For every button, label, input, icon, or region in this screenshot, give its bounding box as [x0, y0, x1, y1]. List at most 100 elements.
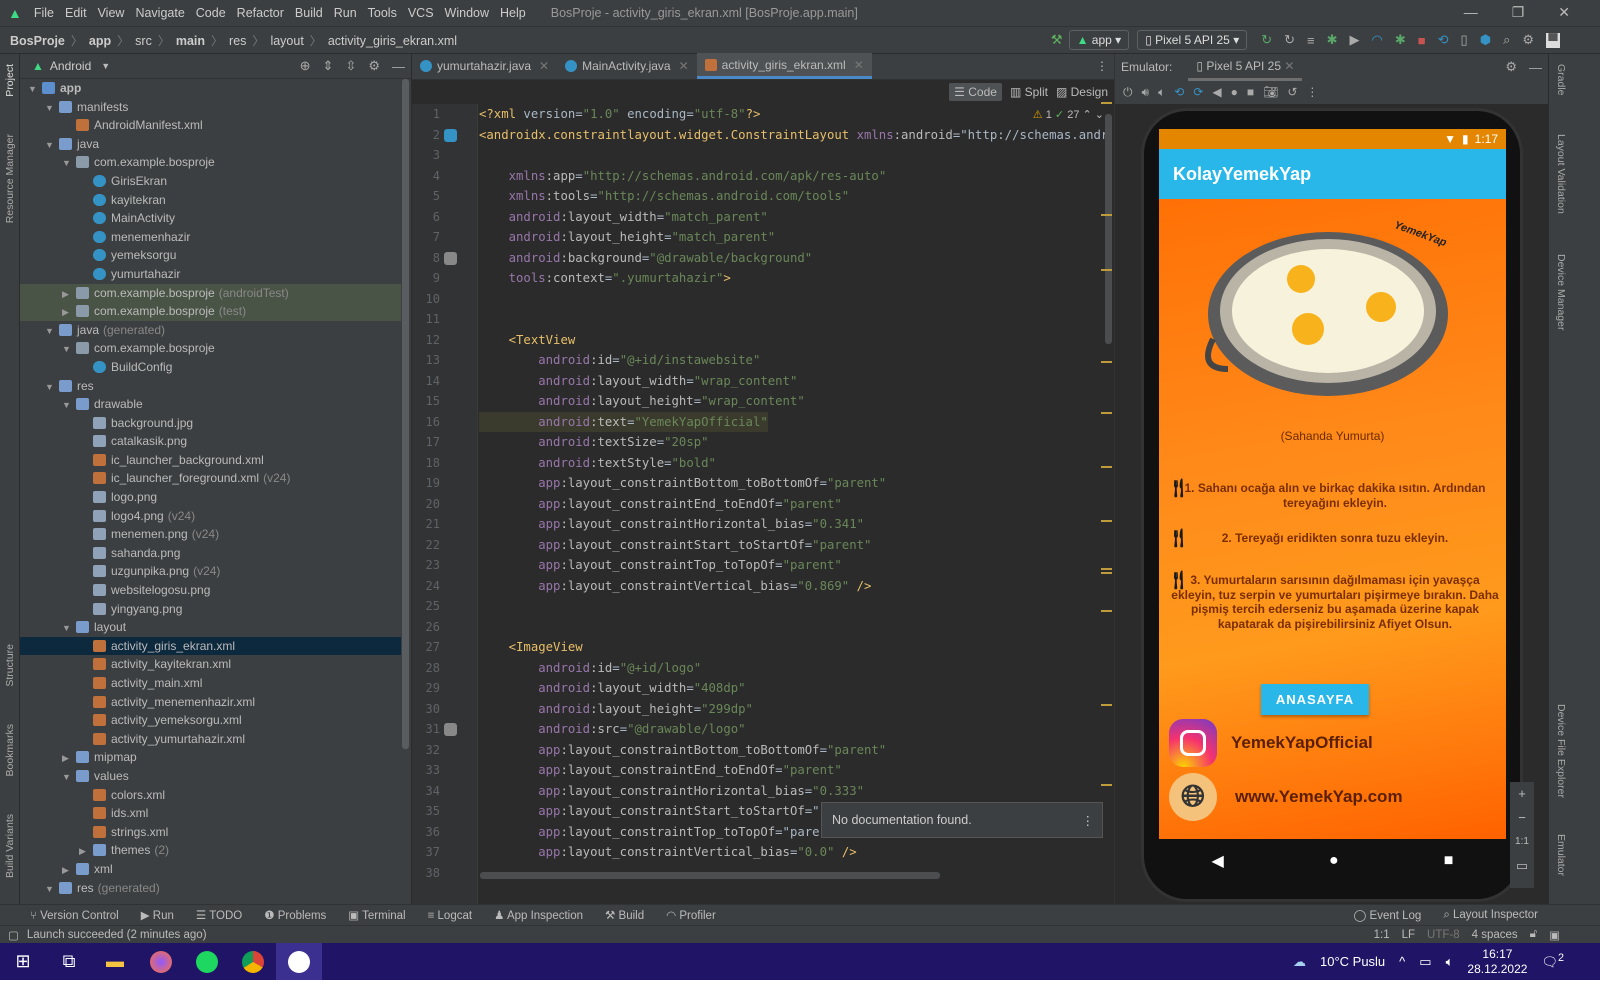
- rotate-right-icon[interactable]: ⟳: [1193, 85, 1203, 99]
- home-icon[interactable]: ●: [1329, 852, 1339, 870]
- tree-item[interactable]: ▼ java (generated): [20, 321, 401, 340]
- menu-view[interactable]: View: [98, 6, 125, 20]
- home-icon[interactable]: ●: [1231, 85, 1238, 99]
- tree-item[interactable]: ▶ com.example.bosproje (test): [20, 302, 401, 321]
- close-tab-icon[interactable]: ✕: [679, 59, 689, 73]
- tree-item[interactable]: uzgunpika.png (v24): [20, 562, 401, 581]
- chevron-down-icon[interactable]: ▼: [62, 396, 76, 415]
- warning-marker[interactable]: [1101, 610, 1112, 612]
- snapshot-icon[interactable]: ↺: [1287, 85, 1297, 99]
- code-line[interactable]: 8 android:background="@drawable/backgrou…: [412, 248, 1114, 269]
- tool-tab-resource-manager[interactable]: Resource Manager: [4, 134, 16, 223]
- tree-item[interactable]: strings.xml: [20, 823, 401, 842]
- back-icon[interactable]: ◀: [1212, 85, 1221, 99]
- code-line[interactable]: 2 <androidx.constraintlayout.widget.Const…: [412, 125, 1114, 146]
- menu-window[interactable]: Window: [445, 6, 489, 20]
- breadcrumb-item[interactable]: res: [229, 34, 246, 48]
- inspection-widget[interactable]: ⚠ 1 ✓ 27 ⌃ ⌄: [1033, 108, 1104, 121]
- event-log-button[interactable]: ◯ Event Log: [1353, 908, 1421, 922]
- tool-logcat-button[interactable]: ≡ Logcat: [428, 910, 472, 922]
- tree-item[interactable]: ▼ app: [20, 79, 401, 98]
- code-line[interactable]: 10: [412, 289, 1114, 310]
- tree-item[interactable]: yingyang.png: [20, 600, 401, 619]
- gear-icon[interactable]: ⚙: [368, 58, 380, 74]
- breadcrumb-item[interactable]: layout: [270, 34, 303, 48]
- tool-tab-device-file-explorer[interactable]: Device File Explorer: [1555, 704, 1567, 798]
- tree-item[interactable]: logo.png: [20, 488, 401, 507]
- warning-marker[interactable]: [1101, 361, 1112, 363]
- project-view-dropdown[interactable]: Android: [50, 59, 91, 73]
- code-line[interactable]: 20 app:layout_constraintEnd_toEndOf="par…: [412, 494, 1114, 515]
- chevron-right-icon[interactable]: ▶: [62, 285, 76, 304]
- tree-item[interactable]: sahanda.png: [20, 544, 401, 563]
- menu-tools[interactable]: Tools: [368, 6, 397, 20]
- locate-icon[interactable]: ⊕: [300, 58, 311, 74]
- code-line[interactable]: 14 android:layout_width="wrap_content": [412, 371, 1114, 392]
- tree-item[interactable]: GirisEkran: [20, 172, 401, 191]
- tree-item[interactable]: ▼ manifests: [20, 98, 401, 117]
- volume-up-icon[interactable]: 🔊︎: [1142, 85, 1150, 100]
- tool-profiler-button[interactable]: ◠ Profiler: [666, 910, 716, 922]
- emulator-tab[interactable]: ▯ Pixel 5 API 25 ✕: [1188, 54, 1303, 81]
- breadcrumb-item[interactable]: src: [135, 34, 152, 48]
- warning-marker[interactable]: [1101, 784, 1112, 786]
- volume-icon[interactable]: 🔈︎: [1446, 954, 1454, 970]
- action-center-icon[interactable]: 🗨︎2: [1541, 952, 1564, 970]
- code-line[interactable]: 27 <ImageView: [412, 637, 1114, 658]
- screenshot-icon[interactable]: 📷︎: [1263, 85, 1278, 99]
- code-line[interactable]: 30 android:layout_height="299dp": [412, 699, 1114, 720]
- tree-item[interactable]: logo4.png (v24): [20, 507, 401, 526]
- code-line[interactable]: 23 app:layout_constraintTop_toTopOf="par…: [412, 555, 1114, 576]
- tool-tab-device-manager[interactable]: Device Manager: [1555, 254, 1567, 330]
- weather-icon[interactable]: ☁: [1293, 954, 1306, 970]
- code-line[interactable]: 5 xmlns:tools="http://schemas.android.co…: [412, 186, 1114, 207]
- code-line[interactable]: 37 app:layout_constraintVertical_bias="0…: [412, 842, 1114, 863]
- more-icon[interactable]: ⋮: [1096, 59, 1108, 73]
- chevron-down-icon[interactable]: ▼: [62, 340, 76, 359]
- horizontal-scrollbar[interactable]: [480, 872, 940, 879]
- device-screen[interactable]: ▼ ▮ 1:17 KolayYemekYap YemekYap (Sahanda Y…: [1159, 129, 1506, 839]
- chevron-right-icon[interactable]: ▶: [62, 749, 76, 768]
- overview-icon[interactable]: ■: [1247, 85, 1254, 99]
- tree-item[interactable]: ▼ values: [20, 767, 401, 786]
- stop-icon[interactable]: ■: [1418, 33, 1426, 48]
- rotate-left-icon[interactable]: ⟲: [1174, 85, 1184, 99]
- zoom-in-button[interactable]: +: [1510, 782, 1534, 806]
- android-studio-taskbar-icon[interactable]: [276, 943, 322, 980]
- breadcrumb-item[interactable]: BosProje: [10, 34, 65, 48]
- layout-inspector-button[interactable]: ⌕ Layout Inspector: [1443, 909, 1538, 922]
- tree-item[interactable]: MainActivity: [20, 209, 401, 228]
- tree-item[interactable]: ▼ drawable: [20, 395, 401, 414]
- caret-position[interactable]: 1:1: [1374, 929, 1390, 941]
- menu-file[interactable]: File: [34, 6, 54, 20]
- code-line[interactable]: 11: [412, 309, 1114, 330]
- zoom-out-button[interactable]: −: [1510, 806, 1534, 830]
- hide-icon[interactable]: —: [1529, 60, 1542, 75]
- file-encoding[interactable]: UTF-8: [1427, 929, 1460, 941]
- tree-item[interactable]: background.jpg: [20, 414, 401, 433]
- debug-icon[interactable]: ✱: [1327, 32, 1338, 48]
- tool-tab-gradle[interactable]: Gradle: [1555, 64, 1567, 96]
- tree-item[interactable]: ▼ com.example.bosproje: [20, 153, 401, 172]
- close-tab-icon[interactable]: ✕: [539, 59, 549, 73]
- code-line[interactable]: 21 app:layout_constraintHorizontal_bias=…: [412, 514, 1114, 535]
- code-mode-button[interactable]: ☰ Code: [949, 83, 1002, 101]
- tool-tab-structure[interactable]: Structure: [4, 644, 16, 687]
- code-line[interactable]: 12 <TextView: [412, 330, 1114, 351]
- tool-problems-button[interactable]: ❶ Problems: [264, 910, 326, 922]
- tree-item[interactable]: ▼ res: [20, 377, 401, 396]
- menu-build[interactable]: Build: [295, 6, 323, 20]
- attach-debugger-icon[interactable]: ✱: [1395, 32, 1406, 48]
- chevron-down-icon[interactable]: ▼: [62, 619, 76, 638]
- code-line[interactable]: 9 tools:context=".yumurtahazir">: [412, 268, 1114, 289]
- code-line[interactable]: 3: [412, 145, 1114, 166]
- overview-icon[interactable]: ■: [1444, 852, 1454, 870]
- code-line[interactable]: 6 android:layout_width="match_parent": [412, 207, 1114, 228]
- menu-edit[interactable]: Edit: [65, 6, 87, 20]
- zoom-actual-button[interactable]: 1:1: [1510, 830, 1534, 854]
- code-line[interactable]: 22 app:layout_constraintStart_toStartOf=…: [412, 535, 1114, 556]
- tree-item[interactable]: menemenhazir: [20, 228, 401, 247]
- back-icon[interactable]: ◀: [1212, 851, 1224, 871]
- chevron-down-icon[interactable]: ▼: [62, 768, 76, 787]
- tree-item[interactable]: ▶ com.example.bosproje (androidTest): [20, 283, 401, 304]
